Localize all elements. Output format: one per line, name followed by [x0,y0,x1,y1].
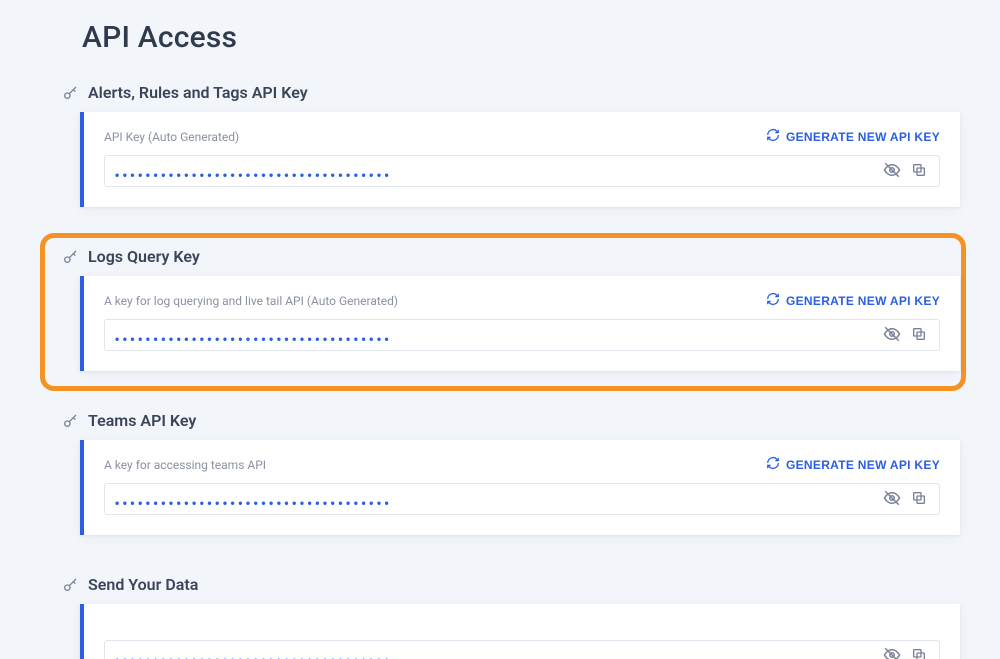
copy-icon [911,326,927,345]
copy-button[interactable] [909,160,929,183]
api-key-description: API Key (Auto Generated) [104,131,239,143]
refresh-icon [766,456,780,473]
api-key-description: A key for accessing teams API [104,459,266,471]
api-key-card: A key for accessing teams API GENERATE N… [80,440,960,535]
section-alerts: Alerts, Rules and Tags API Key API Key (… [40,83,960,207]
toggle-visibility-button[interactable] [881,159,903,184]
refresh-icon [766,292,780,309]
api-key-masked-value: •••••••••••••••••••••••••••••••••••• [115,654,875,659]
api-key-description: A key for log querying and live tail API… [104,295,398,307]
eye-off-icon [883,325,901,346]
toggle-visibility-button[interactable] [881,644,903,659]
section-title: Send Your Data [88,575,198,594]
key-icon [62,577,78,593]
api-key-field[interactable]: •••••••••••••••••••••••••••••••••••• [104,640,940,659]
toggle-visibility-button[interactable] [881,487,903,512]
generate-api-key-label: GENERATE NEW API KEY [786,130,940,144]
eye-off-icon [883,489,901,510]
copy-icon [911,162,927,181]
copy-icon [911,647,927,659]
api-key-field[interactable]: •••••••••••••••••••••••••••••••••••• [104,155,940,187]
key-icon [62,85,78,101]
api-key-field[interactable]: •••••••••••••••••••••••••••••••••••• [104,483,940,515]
copy-button[interactable] [909,324,929,347]
generate-api-key-label: GENERATE NEW API KEY [786,294,940,308]
section-title: Logs Query Key [88,247,200,266]
generate-api-key-button[interactable]: GENERATE NEW API KEY [766,456,940,473]
eye-off-icon [883,161,901,182]
refresh-icon [766,128,780,145]
key-icon [62,413,78,429]
copy-icon [911,490,927,509]
section-title: Teams API Key [88,411,196,430]
api-key-masked-value: •••••••••••••••••••••••••••••••••••• [115,169,875,181]
api-key-masked-value: •••••••••••••••••••••••••••••••••••• [115,333,875,345]
api-key-field[interactable]: •••••••••••••••••••••••••••••••••••• [104,319,940,351]
section-logs: Logs Query Key A key for log querying an… [40,247,960,371]
copy-button[interactable] [909,488,929,511]
api-key-card: A key for log querying and live tail API… [80,276,960,371]
api-key-masked-value: •••••••••••••••••••••••••••••••••••• [115,497,875,509]
section-send-data: Send Your Data •••••••••••••••••••••••••… [40,575,960,659]
api-key-card: API Key (Auto Generated) GENERATE NEW AP… [80,112,960,207]
page-title: API Access [40,0,960,83]
copy-button[interactable] [909,645,929,659]
generate-api-key-label: GENERATE NEW API KEY [786,458,940,472]
section-title: Alerts, Rules and Tags API Key [88,83,308,102]
key-icon [62,249,78,265]
api-key-card: •••••••••••••••••••••••••••••••••••• [80,604,960,659]
generate-api-key-button[interactable]: GENERATE NEW API KEY [766,292,940,309]
section-teams: Teams API Key A key for accessing teams … [40,411,960,535]
toggle-visibility-button[interactable] [881,323,903,348]
generate-api-key-button[interactable]: GENERATE NEW API KEY [766,128,940,145]
eye-off-icon [883,646,901,659]
